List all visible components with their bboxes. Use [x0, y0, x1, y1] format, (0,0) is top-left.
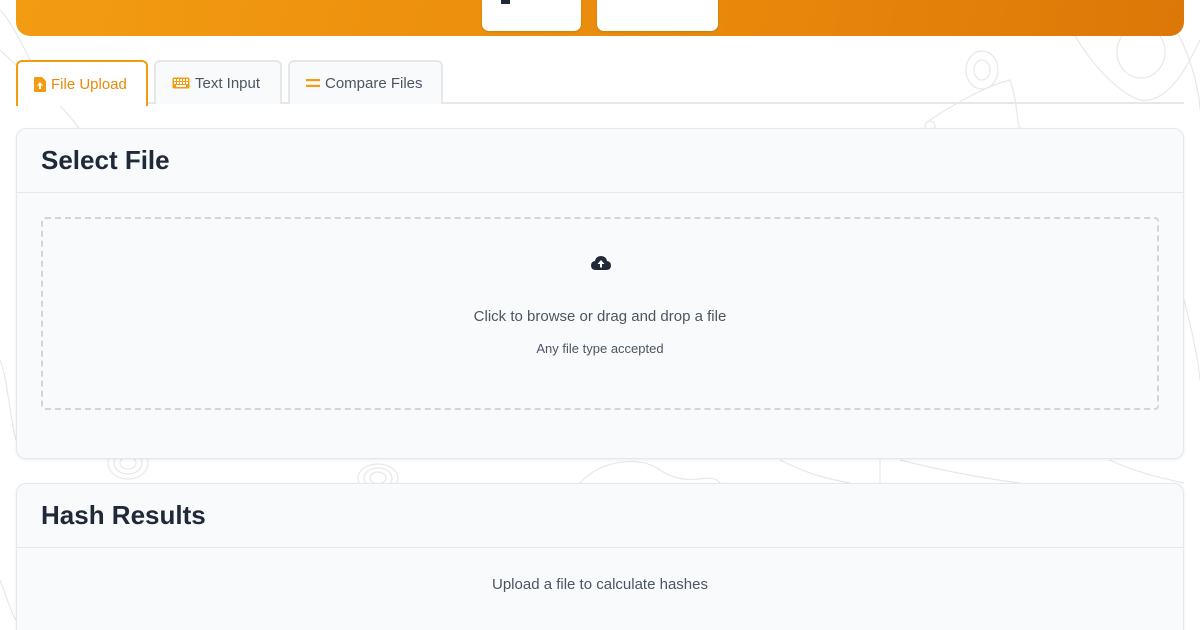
tab-compare-files[interactable]: Compare Files [288, 60, 443, 104]
tab-bar: File Upload Text Input Compare Files [16, 60, 1184, 106]
tab-label: File Upload [51, 75, 127, 93]
dropzone-hint: Any file type accepted [536, 341, 664, 356]
select-file-title: Select File [41, 145, 170, 175]
keyboard-icon [172, 77, 190, 89]
header-button-icon [501, 0, 510, 4]
dropzone-instruction: Click to browse or drag and drop a file [473, 308, 727, 325]
file-dropzone[interactable]: Click to browse or drag and drop a file … [41, 217, 1159, 410]
card-header: Select File [17, 129, 1183, 193]
tab-file-upload[interactable]: File Upload [16, 60, 148, 106]
equals-icon [306, 78, 320, 88]
tab-label: Text Input [195, 74, 261, 92]
tab-text-input[interactable]: Text Input [154, 60, 282, 104]
hash-results-title: Hash Results [41, 500, 206, 530]
file-upload-icon [34, 76, 46, 92]
results-empty-message: Upload a file to calculate hashes [492, 576, 708, 593]
hash-results-card: Hash Results Upload a file to calculate … [16, 483, 1184, 630]
cloud-upload-icon [591, 255, 611, 271]
card-header: Hash Results [17, 484, 1183, 548]
tab-label: Compare Files [325, 74, 423, 92]
header-button[interactable] [597, 0, 718, 31]
select-file-card: Select File Click to browse or drag and … [16, 128, 1184, 459]
header-button[interactable] [482, 0, 581, 31]
